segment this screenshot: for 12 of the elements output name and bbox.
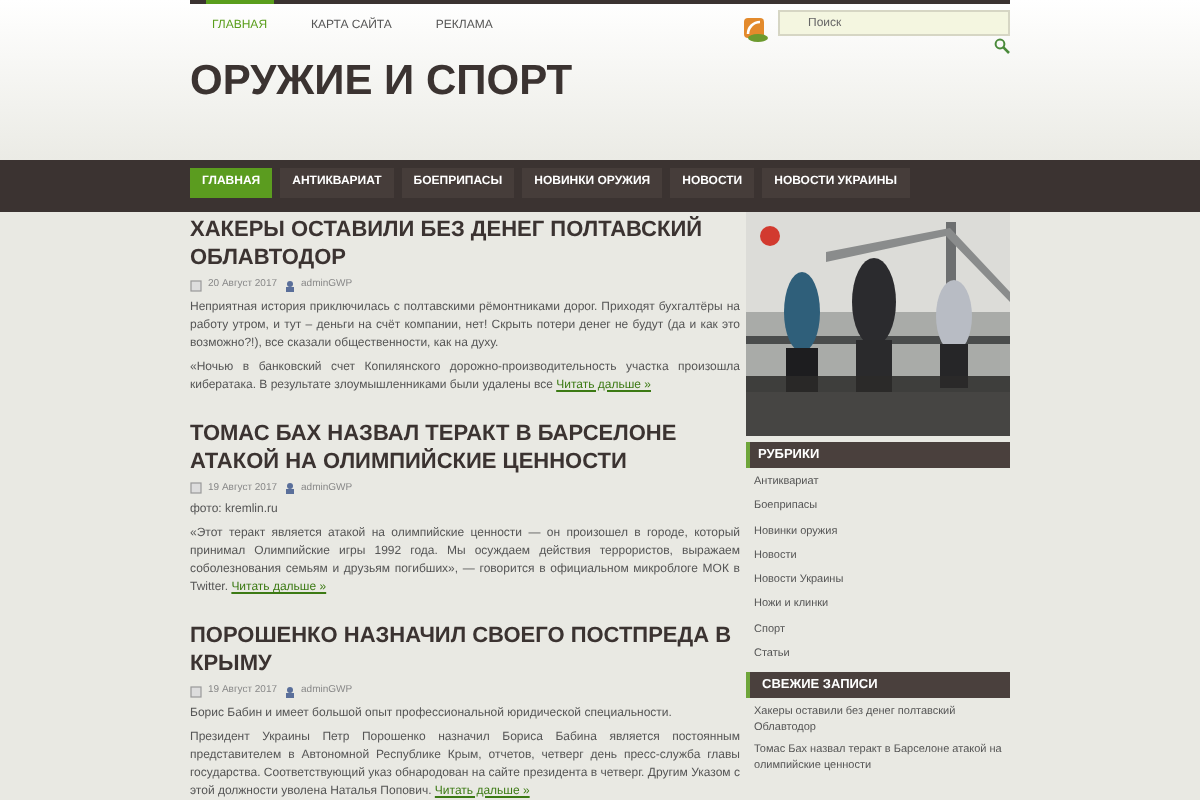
search-icon[interactable] [994, 38, 1010, 54]
calendar-icon [190, 279, 202, 292]
post-title[interactable]: ТОМАС БАХ НАЗВАЛ ТЕРАКТ В БАРСЕЛОНЕ АТАКОЙ НА ОЛИМПИЙСКИЕ ЦЕННОСТИ [190, 419, 740, 475]
calendar-icon [190, 685, 202, 698]
user-icon [283, 279, 296, 292]
user-icon [283, 482, 296, 495]
post-title[interactable]: ХАКЕРЫ ОСТАВИЛИ БЕЗ ДЕНЕГ ПОЛТАВСКИЙ ОБЛАВТОДОР [190, 216, 740, 272]
site-title: ОРУЖИЕ И СПОРТ [190, 56, 573, 108]
user-icon [283, 685, 296, 698]
calendar-icon [190, 482, 202, 495]
post-title[interactable]: ПОРОШЕНКО НАЗНАЧИЛ СВОЕГО ПОСТПРЕДА В КРЫМУ [190, 622, 740, 678]
rss-icon[interactable] [742, 14, 770, 42]
